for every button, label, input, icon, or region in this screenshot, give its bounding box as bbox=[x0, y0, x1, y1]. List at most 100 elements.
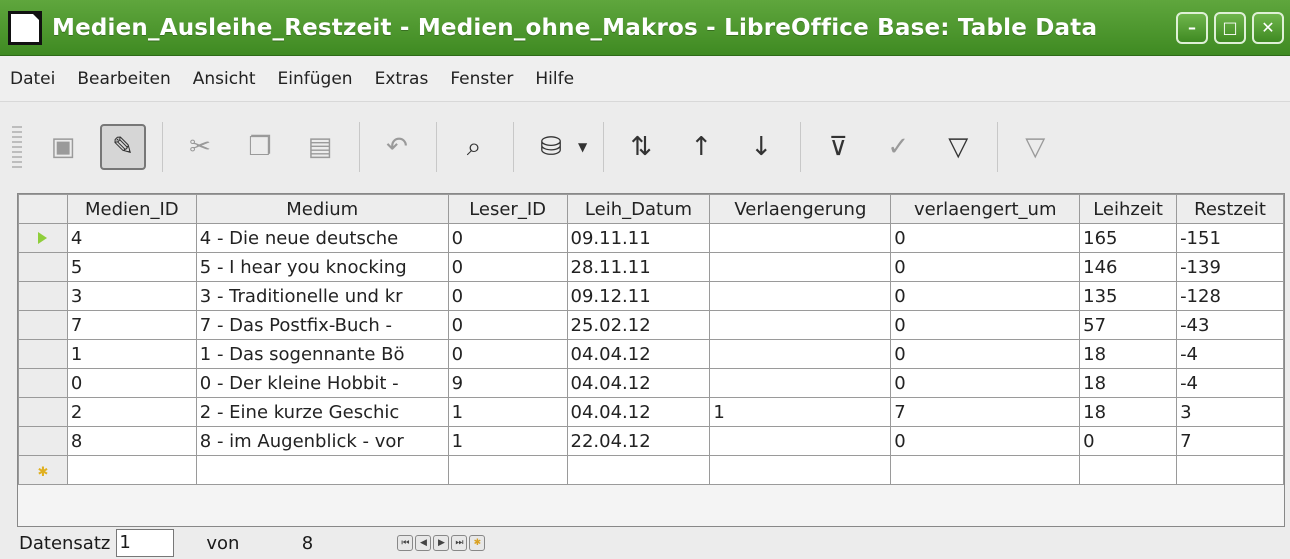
row-header[interactable] bbox=[18, 426, 68, 456]
column-header[interactable]: Leih_Datum bbox=[566, 194, 711, 224]
table-cell[interactable]: 1 bbox=[709, 397, 892, 427]
row-header[interactable] bbox=[18, 397, 68, 427]
column-header[interactable]: verlaengert_um bbox=[890, 194, 1081, 224]
table-cell[interactable]: 18 bbox=[1079, 339, 1178, 369]
table-cell[interactable] bbox=[709, 455, 892, 485]
menu-hilfe[interactable]: Hilfe bbox=[535, 69, 574, 89]
table-row[interactable]: 2 2 - Eine kurze Geschic 1 04.04.12 1 7 … bbox=[18, 397, 1284, 427]
table-cell[interactable] bbox=[890, 455, 1081, 485]
menu-bearbeiten[interactable]: Bearbeiten bbox=[77, 69, 170, 89]
row-header[interactable] bbox=[18, 310, 68, 340]
cut-button[interactable]: ✂ bbox=[177, 124, 223, 170]
table-cell[interactable]: 8 - im Augenblick - vor bbox=[195, 426, 449, 456]
new-record-row[interactable]: ✱ bbox=[18, 455, 1284, 485]
table-row[interactable]: 0 0 - Der kleine Hobbit - 9 04.04.12 0 1… bbox=[18, 368, 1284, 398]
table-cell[interactable]: 3 bbox=[1176, 397, 1284, 427]
sort-descending-button[interactable]: ↓ bbox=[738, 124, 784, 170]
table-cell[interactable] bbox=[709, 223, 892, 253]
row-header[interactable] bbox=[18, 339, 68, 369]
table-cell[interactable] bbox=[709, 339, 892, 369]
table-cell[interactable]: 4 - Die neue deutsche bbox=[195, 223, 449, 253]
table-cell[interactable] bbox=[709, 252, 892, 282]
table-cell[interactable]: 0 bbox=[447, 223, 568, 253]
paste-button[interactable]: ▤ bbox=[297, 124, 343, 170]
record-number-input[interactable]: 1 bbox=[116, 529, 175, 557]
save-button[interactable]: ▣ bbox=[40, 124, 86, 170]
table-cell[interactable] bbox=[195, 455, 449, 485]
table-cell[interactable]: -128 bbox=[1176, 281, 1284, 311]
table-cell[interactable]: 2 bbox=[66, 397, 197, 427]
table-cell[interactable]: 04.04.12 bbox=[566, 368, 711, 398]
table-cell[interactable]: 0 bbox=[890, 252, 1081, 282]
table-row[interactable]: 1 1 - Das sogennante Bö 0 04.04.12 0 18 … bbox=[18, 339, 1284, 369]
close-button[interactable]: ✕ bbox=[1252, 11, 1284, 44]
last-record-button[interactable]: ⏭ bbox=[451, 535, 468, 551]
table-cell[interactable]: 57 bbox=[1079, 310, 1178, 340]
autofilter-button[interactable]: ⊽ bbox=[815, 124, 861, 170]
table-cell[interactable]: -139 bbox=[1176, 252, 1284, 282]
table-cell[interactable]: 1 bbox=[66, 339, 197, 369]
table-cell[interactable]: 135 bbox=[1079, 281, 1178, 311]
table-cell[interactable]: 3 bbox=[66, 281, 197, 311]
table-cell[interactable]: 28.11.11 bbox=[566, 252, 711, 282]
row-header[interactable] bbox=[18, 368, 68, 398]
table-cell[interactable]: 8 bbox=[66, 426, 197, 456]
table-cell[interactable] bbox=[566, 455, 711, 485]
table-cell[interactable]: 0 bbox=[890, 310, 1081, 340]
table-row[interactable]: 7 7 - Das Postfix-Buch - 0 25.02.12 0 57… bbox=[18, 310, 1284, 340]
table-row[interactable]: 5 5 - I hear you knocking 0 28.11.11 0 1… bbox=[18, 252, 1284, 282]
next-record-button[interactable]: ▶ bbox=[433, 535, 450, 551]
table-cell[interactable]: 9 bbox=[447, 368, 568, 398]
previous-record-button[interactable]: ◀ bbox=[415, 535, 432, 551]
minimize-button[interactable]: – bbox=[1176, 11, 1208, 44]
table-cell[interactable]: 7 bbox=[890, 397, 1081, 427]
table-cell[interactable]: 3 - Traditionelle und kr bbox=[195, 281, 449, 311]
table-cell[interactable]: 7 bbox=[66, 310, 197, 340]
table-cell[interactable]: 0 bbox=[890, 368, 1081, 398]
table-cell[interactable]: 22.04.12 bbox=[566, 426, 711, 456]
refresh-button[interactable]: ⛁ bbox=[528, 124, 574, 170]
row-header[interactable] bbox=[18, 252, 68, 282]
table-cell[interactable]: 165 bbox=[1079, 223, 1178, 253]
column-header[interactable]: Medium bbox=[195, 194, 449, 224]
table-row[interactable]: 8 8 - im Augenblick - vor 1 22.04.12 0 0… bbox=[18, 426, 1284, 456]
menu-extras[interactable]: Extras bbox=[375, 69, 429, 89]
column-header[interactable]: Leihzeit bbox=[1079, 194, 1178, 224]
column-header[interactable]: Leser_ID bbox=[447, 194, 568, 224]
table-cell[interactable]: 2 - Eine kurze Geschic bbox=[195, 397, 449, 427]
apply-filter-button[interactable]: ✓ bbox=[875, 124, 921, 170]
table-cell[interactable] bbox=[709, 281, 892, 311]
table-cell[interactable]: 5 bbox=[66, 252, 197, 282]
table-cell[interactable]: -4 bbox=[1176, 339, 1284, 369]
table-cell[interactable] bbox=[66, 455, 197, 485]
table-cell[interactable]: 0 bbox=[1079, 426, 1178, 456]
undo-button[interactable]: ↶ bbox=[374, 124, 420, 170]
table-cell[interactable]: 09.12.11 bbox=[566, 281, 711, 311]
table-cell[interactable]: 0 bbox=[890, 223, 1081, 253]
column-header[interactable]: Medien_ID bbox=[66, 194, 197, 224]
new-record-header[interactable]: ✱ bbox=[18, 455, 68, 485]
sort-ascending-button[interactable]: ↑ bbox=[678, 124, 724, 170]
standard-filter-button[interactable]: ▽ bbox=[935, 124, 981, 170]
table-cell[interactable]: 4 bbox=[66, 223, 197, 253]
table-cell[interactable]: 18 bbox=[1079, 397, 1178, 427]
table-cell[interactable]: 146 bbox=[1079, 252, 1178, 282]
table-row[interactable]: 3 3 - Traditionelle und kr 0 09.12.11 0 … bbox=[18, 281, 1284, 311]
menu-fenster[interactable]: Fenster bbox=[450, 69, 513, 89]
menu-ansicht[interactable]: Ansicht bbox=[193, 69, 256, 89]
table-cell[interactable]: 1 bbox=[447, 397, 568, 427]
table-row[interactable]: 4 4 - Die neue deutsche 0 09.11.11 0 165… bbox=[18, 223, 1284, 253]
table-cell[interactable] bbox=[1079, 455, 1178, 485]
table-cell[interactable]: 09.11.11 bbox=[566, 223, 711, 253]
table-cell[interactable]: 7 bbox=[1176, 426, 1284, 456]
table-cell[interactable] bbox=[709, 368, 892, 398]
edit-data-button[interactable]: ✎ bbox=[100, 124, 146, 170]
table-cell[interactable]: 04.04.12 bbox=[566, 397, 711, 427]
table-cell[interactable]: -43 bbox=[1176, 310, 1284, 340]
table-cell[interactable] bbox=[447, 455, 568, 485]
copy-button[interactable]: ❐ bbox=[237, 124, 283, 170]
table-cell[interactable]: 1 - Das sogennante Bö bbox=[195, 339, 449, 369]
table-cell[interactable]: 1 bbox=[447, 426, 568, 456]
menu-einfuegen[interactable]: Einfügen bbox=[278, 69, 353, 89]
menu-datei[interactable]: Datei bbox=[10, 69, 55, 89]
